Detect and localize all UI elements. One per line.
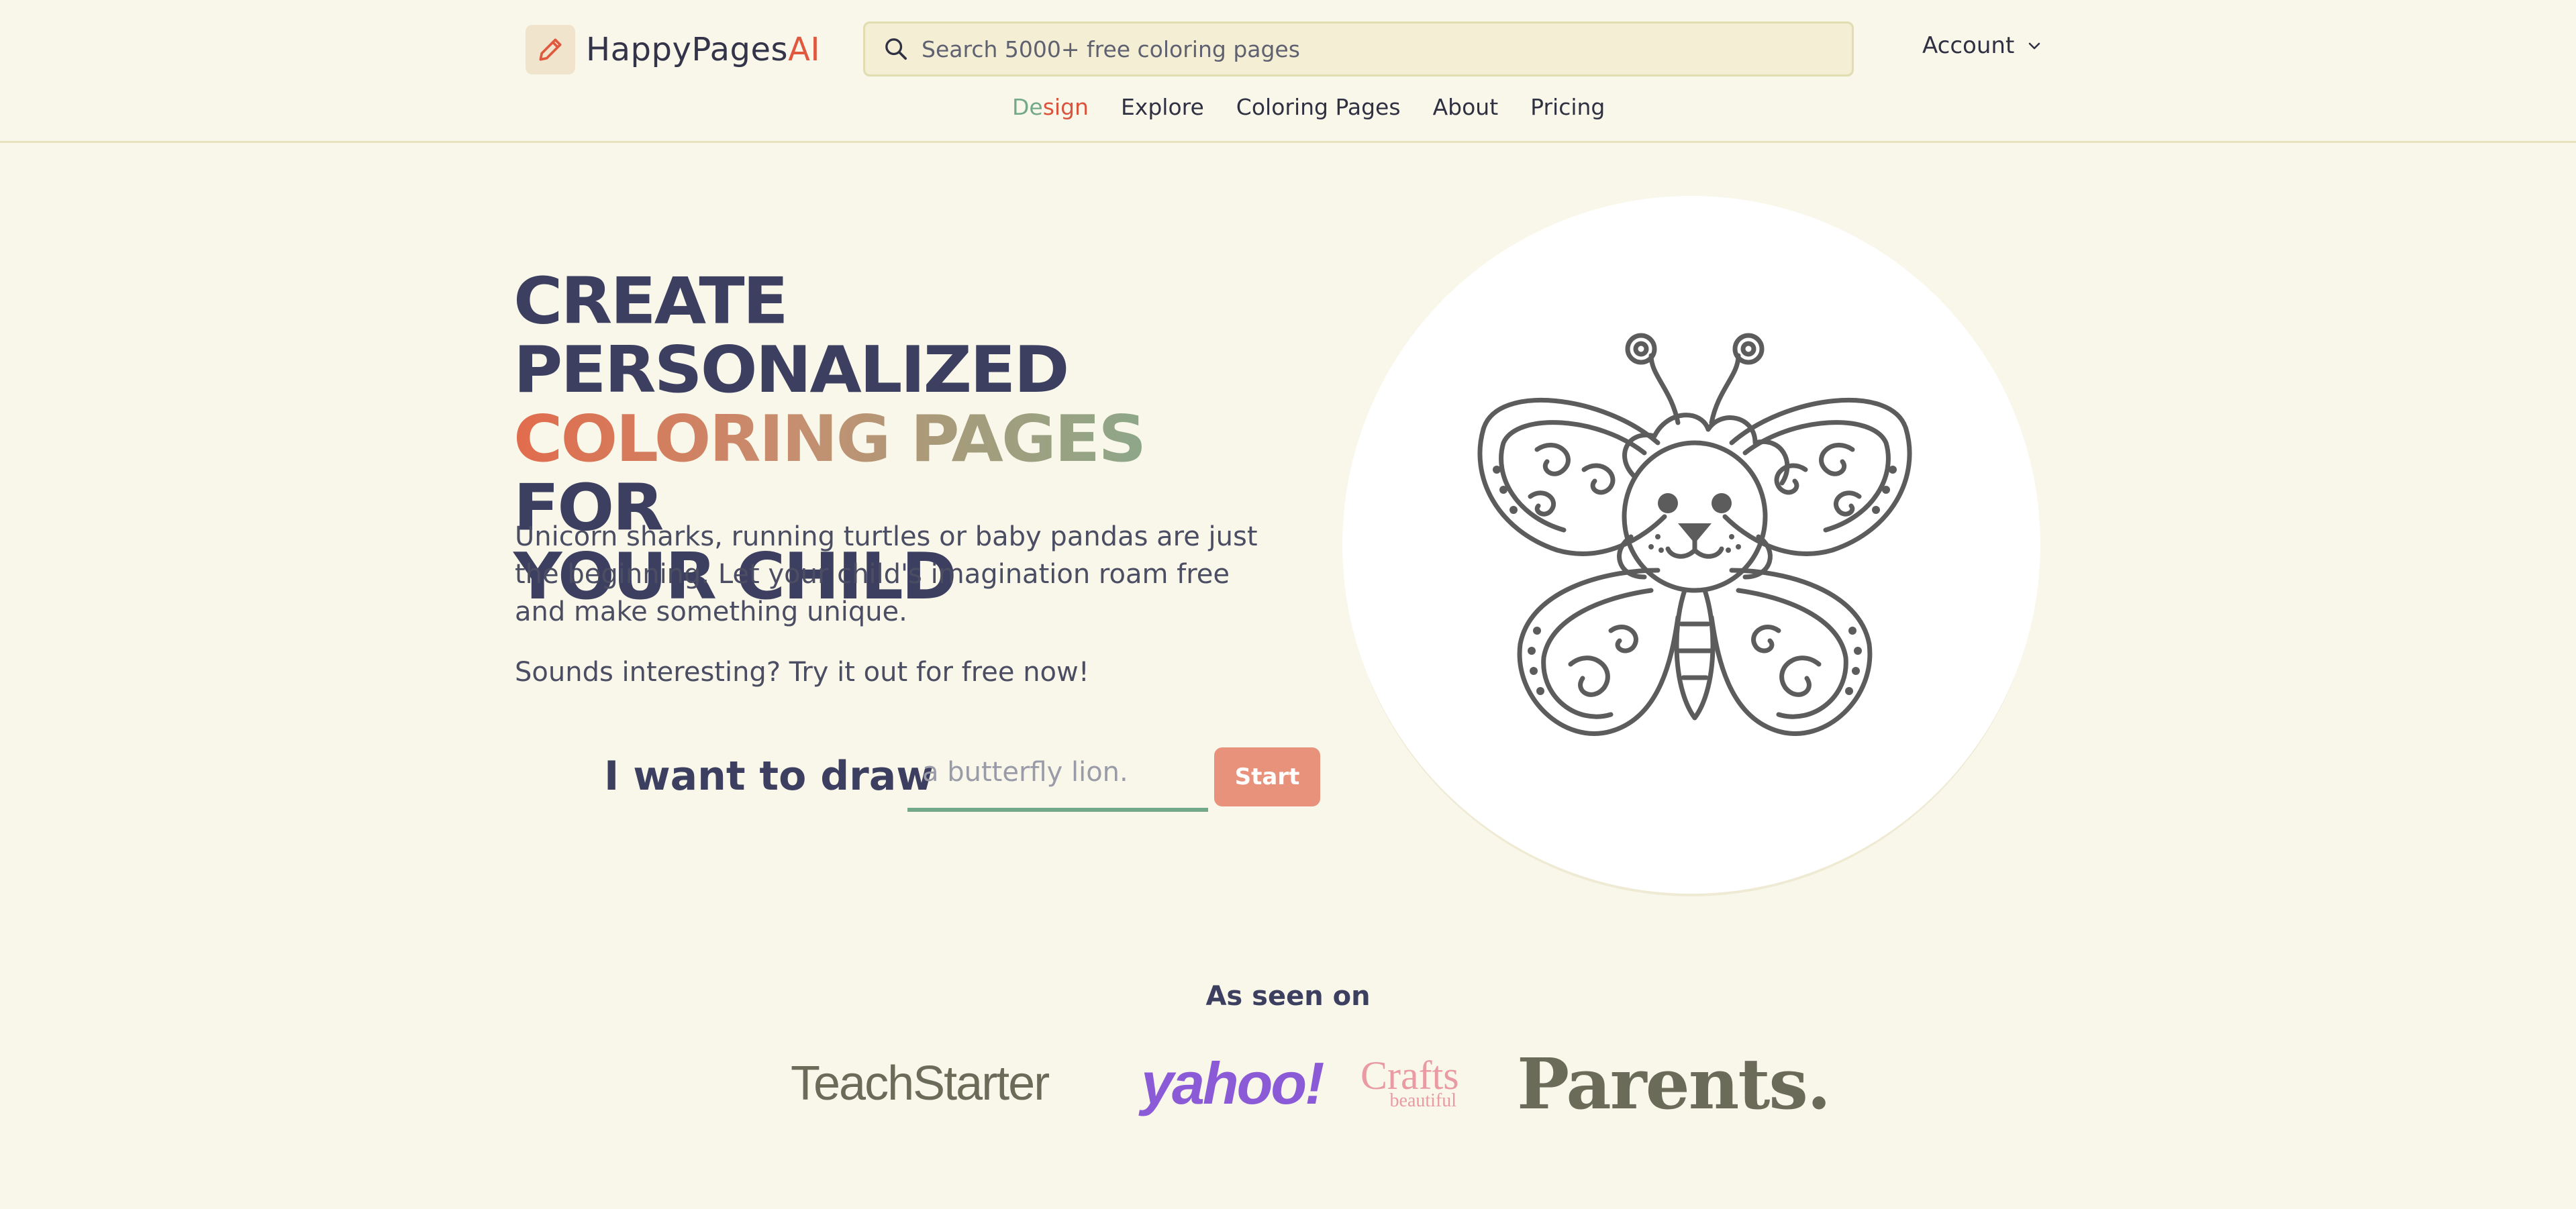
headline-coloring-pages: Coloring Pages xyxy=(513,401,1145,476)
site-header: HappyPagesAI Account Design Explore Colo… xyxy=(0,0,2576,143)
as-seen-on-title: As seen on xyxy=(1205,981,1371,1012)
yahoo-logo: yahoo! xyxy=(1141,1050,1324,1116)
crafts-beautiful-logo: Crafts beautiful xyxy=(1360,1053,1459,1111)
pencil-icon xyxy=(526,25,575,74)
main-nav: Design Explore Coloring Pages About Pric… xyxy=(1012,94,1605,120)
nav-about[interactable]: About xyxy=(1433,94,1499,120)
chevron-down-icon xyxy=(2028,42,2040,50)
hero-sub-text: Sounds interesting? Try it out for free … xyxy=(515,657,1089,688)
logo-text: HappyPagesAI xyxy=(586,31,821,68)
search-icon xyxy=(885,38,907,60)
nav-pricing[interactable]: Pricing xyxy=(1530,94,1605,120)
teachstarter-logo: TeachStarter xyxy=(791,1057,1050,1110)
start-button[interactable]: Start xyxy=(1214,747,1320,806)
draw-input[interactable] xyxy=(907,757,1208,788)
search-bar[interactable] xyxy=(863,21,1854,76)
nav-coloring-pages[interactable]: Coloring Pages xyxy=(1236,94,1401,120)
draw-label: I want to draw xyxy=(604,753,934,800)
parents-logo: Parents. xyxy=(1517,1042,1831,1125)
hero-lead-text: Unicorn sharks, running turtles or baby … xyxy=(515,521,1258,627)
butterfly-lion-image xyxy=(1477,333,1912,736)
nav-explore[interactable]: Explore xyxy=(1121,94,1204,120)
logo[interactable]: HappyPagesAI xyxy=(526,25,820,74)
search-input[interactable] xyxy=(922,36,1794,62)
account-menu[interactable]: Account xyxy=(1922,32,2042,59)
account-label: Account xyxy=(1922,32,2015,59)
draw-input-wrapper xyxy=(907,737,1208,812)
nav-design[interactable]: Design xyxy=(1012,94,1089,120)
